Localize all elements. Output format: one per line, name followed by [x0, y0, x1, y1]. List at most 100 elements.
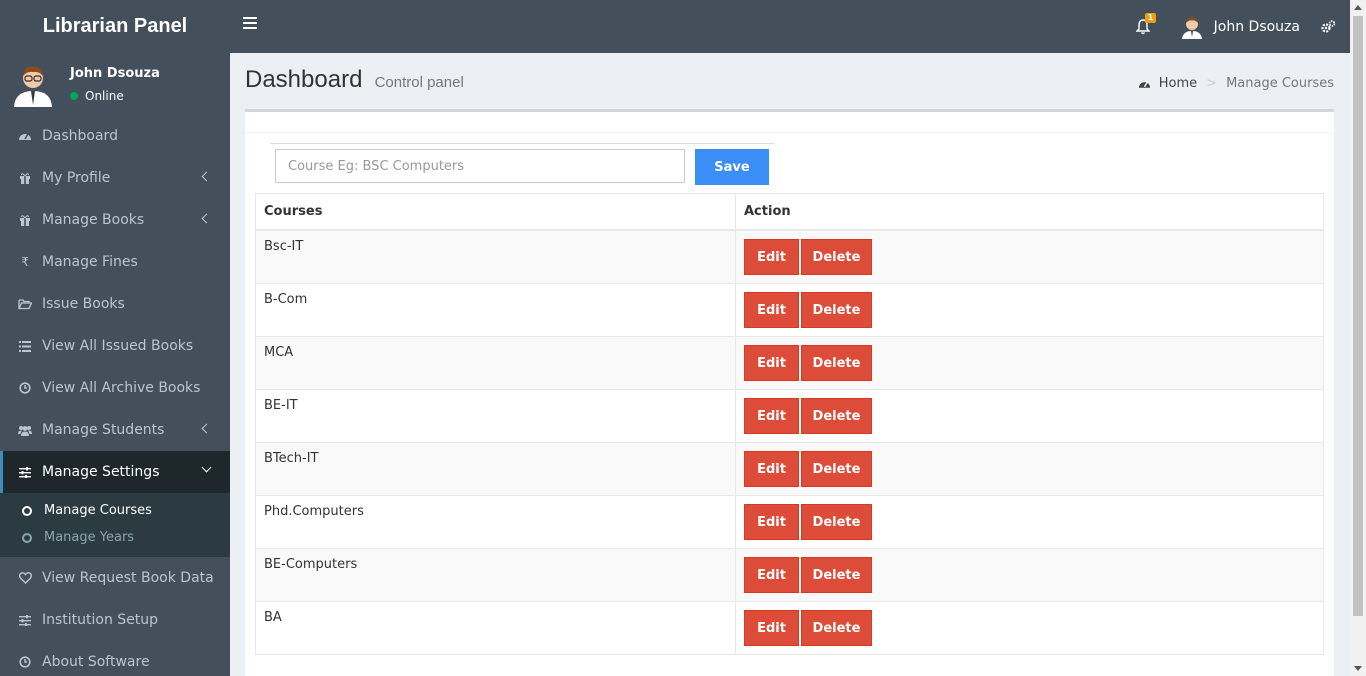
sidebar-item-request-book-data[interactable]: View Request Book Data	[0, 557, 230, 599]
clock-icon	[18, 381, 32, 395]
sidebar-item-dashboard[interactable]: Dashboard	[0, 115, 230, 157]
folder-open-icon	[18, 297, 32, 311]
sidebar-subitem-manage-courses[interactable]: Manage Courses	[0, 497, 230, 524]
column-header-courses: Courses	[255, 193, 736, 231]
sidebar-item-label: View All Archive Books	[42, 380, 201, 396]
sidebar-item-label: Manage Books	[42, 212, 145, 228]
dashboard-icon	[18, 129, 32, 143]
action-cell: Edit Delete	[735, 336, 1324, 390]
edit-button[interactable]: Edit	[744, 557, 799, 593]
course-name-cell: BA	[255, 601, 736, 655]
sidebar-item-manage-settings[interactable]: Manage Settings	[0, 451, 230, 493]
table-row: BA Edit Delete	[255, 601, 1324, 655]
sidebar-item-issued-books[interactable]: View All Issued Books	[0, 325, 230, 367]
sidebar-item-label: Institution Setup	[42, 612, 159, 628]
delete-button[interactable]: Delete	[801, 504, 872, 540]
edit-button[interactable]: Edit	[744, 292, 799, 328]
gift-icon	[18, 171, 32, 185]
breadcrumb: Home > Manage Courses	[1138, 76, 1334, 91]
sliders-icon	[18, 465, 32, 479]
notifications-bell-icon[interactable]: 1	[1134, 12, 1157, 35]
sidebar-subitem-label: Manage Courses	[44, 503, 152, 518]
online-status-icon	[70, 92, 78, 100]
sidebar-item-issue-books[interactable]: Issue Books	[0, 283, 230, 325]
sidebar-item-label: Manage Fines	[42, 254, 138, 270]
gift-icon	[18, 213, 32, 227]
sidebar-item-manage-books[interactable]: Manage Books	[0, 199, 230, 241]
sidebar-item-label: Issue Books	[42, 296, 125, 312]
sidebar-item-label: View Request Book Data	[42, 570, 214, 586]
delete-button[interactable]: Delete	[801, 398, 872, 434]
table-header-row: Courses Action	[255, 193, 1324, 231]
page-scrollbar[interactable]	[1350, 0, 1366, 676]
sidebar-item-institution-setup[interactable]: Institution Setup	[0, 599, 230, 641]
edit-button[interactable]: Edit	[744, 504, 799, 540]
edit-button[interactable]: Edit	[744, 239, 799, 275]
sidebar: John Dsouza Online Dashboard My Profile …	[0, 53, 230, 676]
users-icon	[18, 423, 32, 437]
heart-icon	[18, 571, 32, 585]
edit-button[interactable]: Edit	[744, 451, 799, 487]
sidebar-item-label: Manage Students	[42, 422, 165, 438]
table-row: BTech-IT Edit Delete	[255, 442, 1324, 496]
breadcrumb-home-link[interactable]: Home	[1159, 76, 1197, 91]
user-menu[interactable]: John Dsouza	[1180, 15, 1300, 39]
table-row: Phd.Computers Edit Delete	[255, 495, 1324, 549]
box-header-divider	[245, 132, 1334, 133]
user-status: Online	[70, 89, 124, 103]
save-button[interactable]: Save	[695, 149, 769, 185]
notification-count-badge: 1	[1144, 12, 1157, 23]
top-navbar: Librarian Panel 1 John Dsouza	[0, 0, 1350, 53]
circle-icon	[22, 532, 32, 543]
sidebar-item-archive-books[interactable]: View All Archive Books	[0, 367, 230, 409]
column-header-action: Action	[735, 193, 1324, 231]
delete-button[interactable]: Delete	[801, 610, 872, 646]
breadcrumb-separator: >	[1206, 76, 1218, 91]
action-cell: Edit Delete	[735, 601, 1324, 655]
table-row: B-Com Edit Delete	[255, 283, 1324, 337]
settings-submenu: Manage Courses Manage Years	[0, 493, 230, 557]
rupee-icon: ₹	[21, 255, 29, 269]
scroll-thumb[interactable]	[1353, 16, 1363, 616]
courses-box: Save Courses Action Bsc-ITEditDeleteB-Co…	[245, 109, 1334, 676]
delete-button[interactable]: Delete	[801, 345, 872, 381]
sidebar-item-my-profile[interactable]: My Profile	[0, 157, 230, 199]
sidebar-subitem-label: Manage Years	[44, 530, 135, 545]
sidebar-item-label: My Profile	[42, 170, 111, 186]
sidebar-item-about-software[interactable]: About Software	[0, 641, 230, 676]
courses-table: Courses Action Bsc-IT Edit Delete B-Com Edit…	[255, 193, 1324, 655]
edit-button[interactable]: Edit	[744, 345, 799, 381]
clock-icon	[18, 655, 32, 669]
delete-button[interactable]: Delete	[801, 557, 872, 593]
content-header: Dashboard Control panel	[245, 66, 464, 94]
avatar	[14, 66, 52, 107]
user-status-label: Online	[85, 89, 124, 103]
sidebar-item-manage-fines[interactable]: ₹ Manage Fines	[0, 241, 230, 283]
sidebar-user-panel: John Dsouza Online	[0, 53, 230, 115]
sidebar-item-manage-students[interactable]: Manage Students	[0, 409, 230, 451]
action-cell: Edit Delete	[735, 283, 1324, 337]
table-row: MCA Edit Delete	[255, 336, 1324, 390]
course-name-input[interactable]	[275, 149, 685, 183]
delete-button[interactable]: Delete	[801, 292, 872, 328]
sliders-icon	[18, 613, 32, 627]
sidebar-subitem-manage-years[interactable]: Manage Years	[0, 524, 230, 551]
scroll-down-icon[interactable]	[1354, 666, 1362, 671]
action-cell: Edit Delete	[735, 548, 1324, 602]
course-name-cell: BTech-IT	[255, 442, 736, 496]
edit-button[interactable]: Edit	[744, 398, 799, 434]
edit-button[interactable]: Edit	[744, 610, 799, 646]
sidebar-toggle-icon[interactable]	[243, 17, 257, 31]
chevron-left-icon	[201, 213, 212, 224]
scroll-up-icon[interactable]	[1354, 5, 1362, 10]
app-logo[interactable]: Librarian Panel	[0, 0, 230, 53]
table-row: BE-Computers Edit Delete	[255, 548, 1324, 602]
form-divider	[270, 143, 774, 144]
chevron-left-icon	[201, 171, 212, 182]
course-name-cell: B-Com	[255, 283, 736, 337]
gears-icon[interactable]	[1320, 19, 1336, 35]
table-row: Bsc-IT Edit Delete	[255, 229, 1324, 284]
action-cell: Edit Delete	[735, 389, 1324, 443]
delete-button[interactable]: Delete	[801, 451, 872, 487]
delete-button[interactable]: Delete	[801, 239, 872, 275]
